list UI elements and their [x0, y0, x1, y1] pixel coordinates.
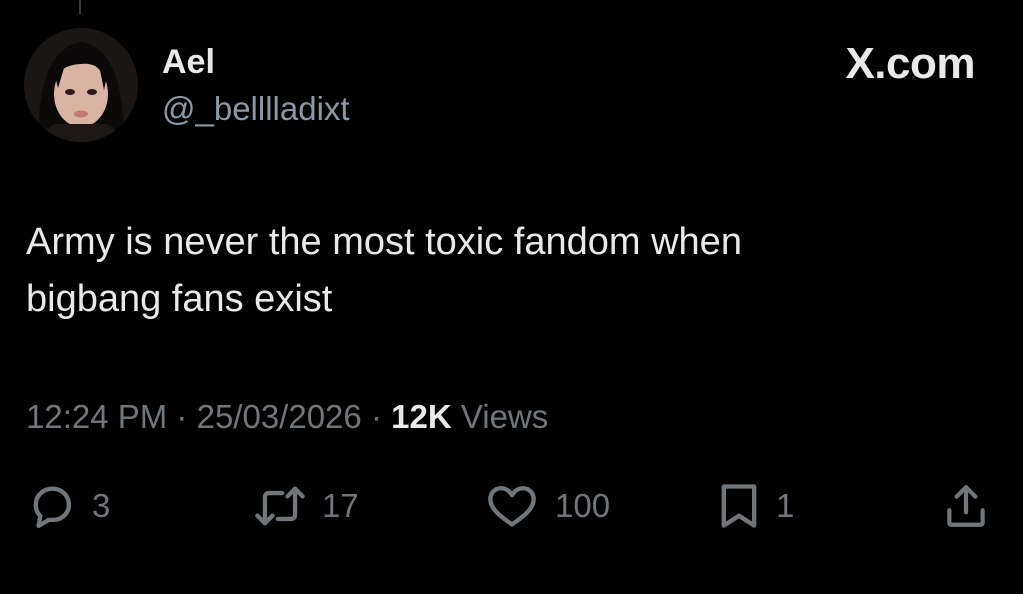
retweet-count: 17	[322, 487, 359, 524]
reply-button[interactable]: 3	[26, 478, 110, 534]
reply-icon	[26, 480, 78, 532]
tweet-text-line: Army is never the most toxic fandom when	[26, 221, 742, 263]
tweet-text-line: bigbang fans exist	[26, 278, 333, 320]
avatar[interactable]	[24, 28, 138, 142]
author-display-name[interactable]: Ael	[162, 42, 215, 82]
views-count: 12K	[391, 398, 452, 435]
bookmark-count: 1	[776, 487, 795, 524]
like-count: 100	[555, 487, 611, 524]
tweet-time[interactable]: 12:24 PM	[26, 398, 167, 435]
bookmark-button[interactable]: 1	[716, 478, 794, 534]
reply-count: 3	[92, 487, 111, 524]
share-icon	[941, 480, 991, 532]
views-label: Views	[460, 398, 549, 435]
thread-connector-line	[79, 0, 81, 14]
retweet-button[interactable]: 17	[252, 478, 359, 534]
tweet-meta: 12:24 PM · 25/03/2026 · 12K Views	[26, 396, 548, 438]
meta-separator: ·	[370, 398, 382, 435]
meta-separator: ·	[176, 398, 188, 435]
share-button[interactable]	[941, 478, 991, 534]
brand-label: X.com	[845, 39, 975, 88]
heart-icon	[483, 480, 541, 532]
retweet-icon	[252, 480, 308, 532]
tweet-text: Army is never the most toxic fandom when…	[26, 214, 986, 328]
action-bar: 3 17 100 1	[0, 478, 1023, 534]
like-button[interactable]: 100	[483, 478, 610, 534]
author-handle[interactable]: @_belllladixt	[162, 89, 350, 129]
avatar-image	[24, 28, 138, 142]
tweet-date[interactable]: 25/03/2026	[197, 398, 362, 435]
bookmark-icon	[716, 480, 762, 532]
